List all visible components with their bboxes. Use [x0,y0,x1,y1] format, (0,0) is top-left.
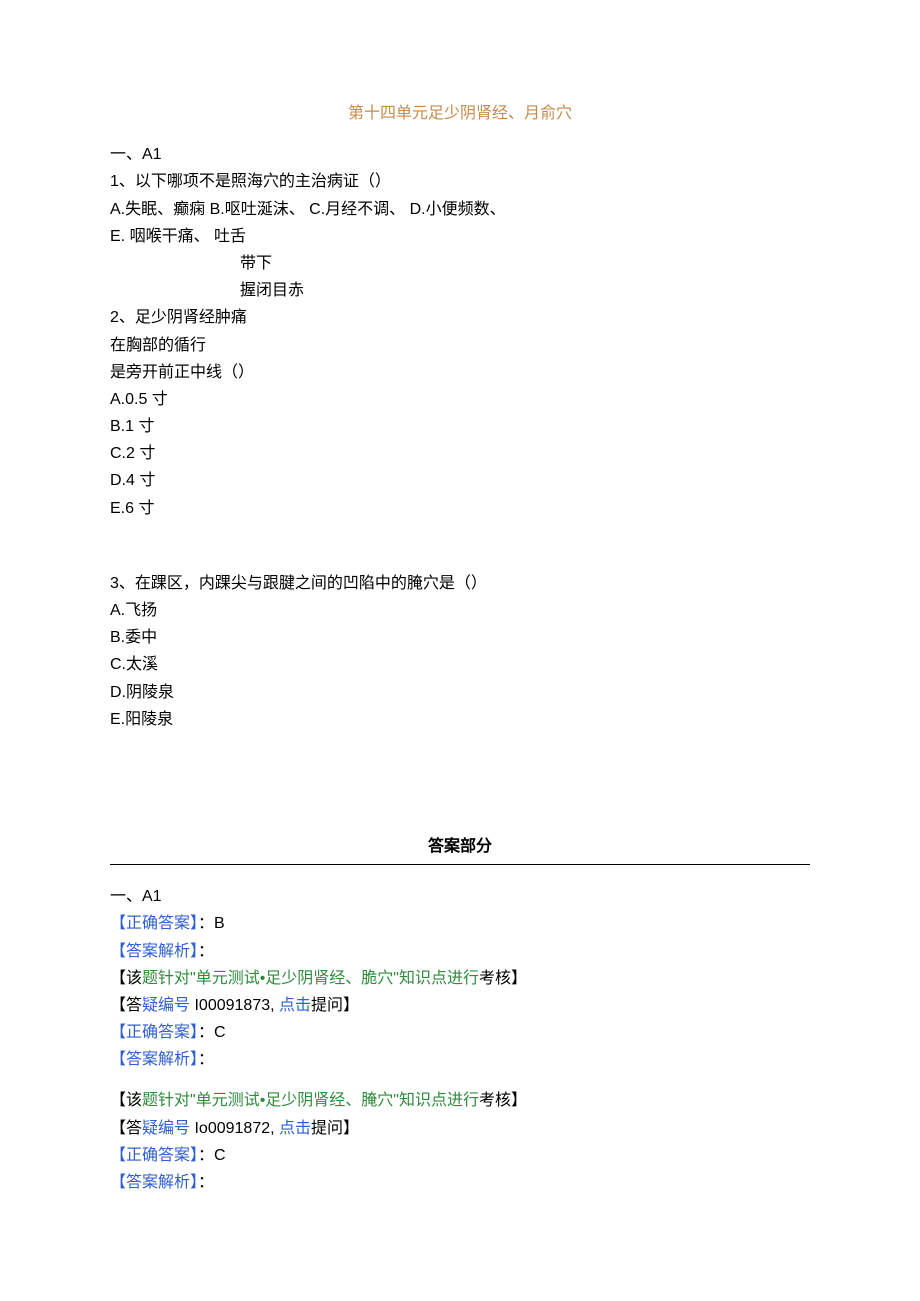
ans2-correct: 【正确答案】：C [110,1019,810,1046]
colon: ： [198,1174,214,1191]
colon: ： [198,1147,214,1164]
colon: ： [198,943,214,960]
ans2-value: C [214,1024,226,1041]
q2-opt-d: D.4 寸 [110,467,810,494]
faq-id: Io0091872, [190,1120,279,1137]
answers-section-label: 一、A1 [110,883,810,910]
faq-click: 点击 [279,997,311,1014]
explain-label: 【答案解析】 [110,1051,198,1068]
ans2-explain: 【答案解析】： [110,1046,810,1073]
faq-pre: 【答 [110,1120,142,1137]
knowl-green: 题针对"单元测试•足少阴肾经、脆穴"知识点进行 [142,970,479,987]
divider [110,864,810,865]
faq-id: I00091873, [190,997,279,1014]
q1-options-line1: A.失眠、癫痫 B.呕吐涎沫、 C.月经不调、 D.小便频数、 [110,196,810,223]
faq-pre: 【答 [110,997,142,1014]
correct-label: 【正确答案】 [110,1024,198,1041]
q1-wrap-line2: 握闭目赤 [240,277,810,304]
q1-opt-b: B.呕吐涎沫、 [210,201,305,218]
q1-opt-a: A.失眠、癫痫 [110,201,205,218]
faq-mid1: 疑编号 [142,1120,190,1137]
faq-suf: 提问】 [311,997,359,1014]
explain-label: 【答案解析】 [110,1174,198,1191]
ans1-explain: 【答案解析】： [110,938,810,965]
knowl-pre: 【该 [110,970,142,987]
q1-opt-c: C.月经不调、 [309,201,405,218]
q2-stem-line1: 2、足少阴肾经肿痛 [110,304,810,331]
q1-wrap-line1: 带下 [240,250,810,277]
q3-opt-a: A.飞扬 [110,597,810,624]
colon: ： [198,1024,214,1041]
q2-opt-a: A.0.5 寸 [110,386,810,413]
q3-opt-b: B.委中 [110,624,810,651]
correct-label: 【正确答案】 [110,915,198,932]
q1-opt-d: D.小便频数、 [410,201,506,218]
knowl-suf: 考核】 [479,970,527,987]
knowl-pre: 【该 [110,1092,142,1109]
answers-header: 答案部分 [110,833,810,860]
q1-stem: 1、以下哪项不是照海穴的主治病证（） [110,168,810,195]
ans2-faq: 【答疑编号 Io0091872, 点击提问】 [110,1115,810,1142]
document-page: 第十四单元足少阴肾经、月俞穴 一、A1 1、以下哪项不是照海穴的主治病证（） A… [0,0,920,1301]
knowl-green: 题针对"单元测试•足少阴肾经、腌穴"知识点进行 [142,1092,479,1109]
spacer [110,1073,810,1087]
q3-stem: 3、在踝区，内踝尖与跟腱之间的凹陷中的腌穴是（） [110,570,810,597]
q3-opt-e: E.阳陵泉 [110,706,810,733]
q3-opt-d: D.阴陵泉 [110,679,810,706]
ans2-knowledge: 【该题针对"单元测试•足少阴肾经、腌穴"知识点进行考核】 [110,1087,810,1114]
q2-stem-line3: 是旁开前正中线（） [110,359,810,386]
knowl-suf: 考核】 [479,1092,527,1109]
section-label-a1: 一、A1 [110,141,810,168]
ans3-correct: 【正确答案】：C [110,1142,810,1169]
colon: ： [198,1051,214,1068]
faq-click: 点击 [279,1120,311,1137]
ans1-value: B [214,915,225,932]
faq-suf: 提问】 [311,1120,359,1137]
correct-label: 【正确答案】 [110,1147,198,1164]
ans3-value: C [214,1147,226,1164]
spacer [110,522,810,570]
q3-opt-c: C.太溪 [110,651,810,678]
q2-opt-e: E.6 寸 [110,495,810,522]
q2-stem-line2: 在胸部的循行 [110,332,810,359]
q2-opt-c: C.2 寸 [110,440,810,467]
unit-title: 第十四单元足少阴肾经、月俞穴 [110,100,810,127]
ans1-knowledge: 【该题针对"单元测试•足少阴肾经、脆穴"知识点进行考核】 [110,965,810,992]
ans1-correct: 【正确答案】：B [110,910,810,937]
q1-opt-e-line: E. 咽喉干痛、 吐舌 [110,223,810,250]
faq-mid1: 疑编号 [142,997,190,1014]
ans1-faq: 【答疑编号 I00091873, 点击提问】 [110,992,810,1019]
colon: ： [198,915,214,932]
explain-label: 【答案解析】 [110,943,198,960]
q2-opt-b: B.1 寸 [110,413,810,440]
ans3-explain: 【答案解析】： [110,1169,810,1196]
